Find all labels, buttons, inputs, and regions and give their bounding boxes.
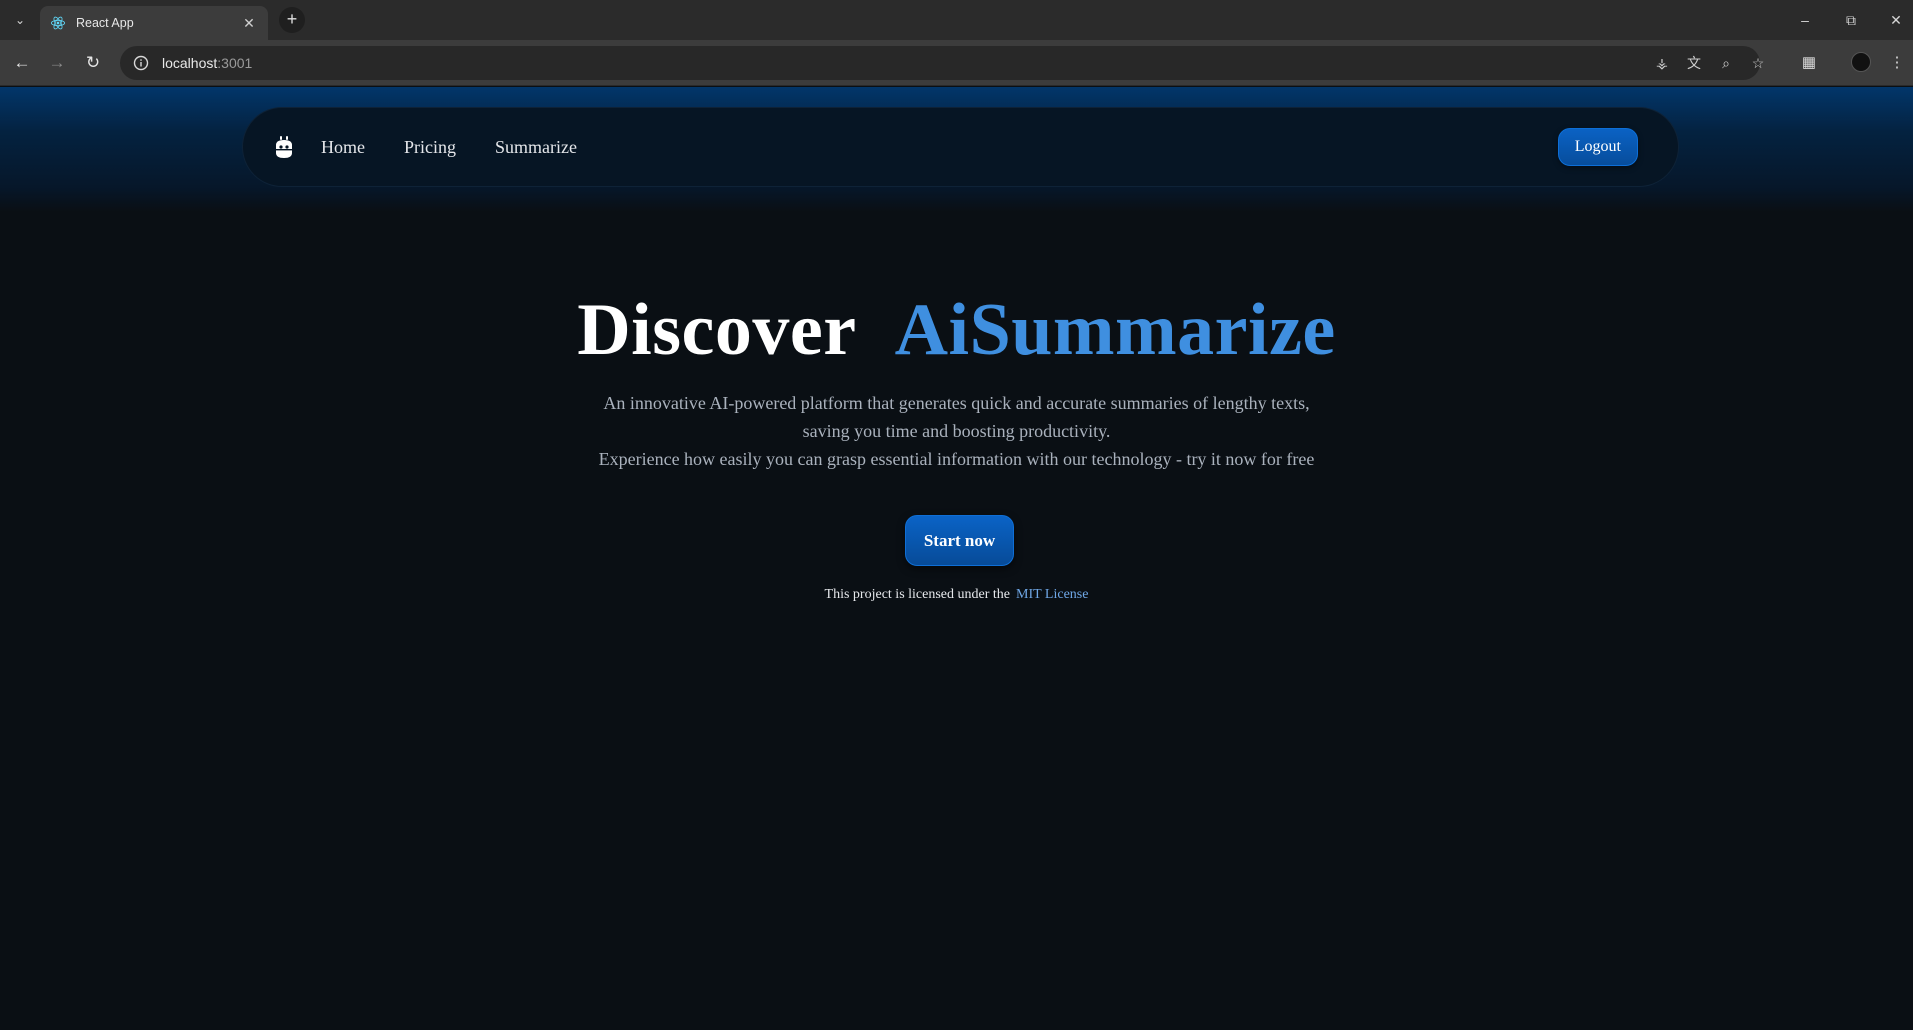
site-navbar: Home Pricing Summarize Logout	[242, 107, 1679, 187]
url-host: localhost	[162, 55, 218, 71]
tab-search-chevron-icon[interactable]: ⌄	[8, 8, 32, 32]
url-text: localhost:3001	[162, 55, 252, 71]
url-port: :3001	[217, 55, 253, 71]
page-content: Home Pricing Summarize Logout Discover Ai…	[0, 87, 1913, 1030]
hero-description-line1: An innovative AI-powered platform that g…	[603, 393, 1310, 413]
profile-avatar[interactable]	[1851, 52, 1871, 72]
reload-icon[interactable]: ↻	[81, 51, 105, 75]
window-close-icon[interactable]: ✕	[1881, 8, 1911, 32]
hero-title: Discover AiSummarize	[0, 288, 1913, 373]
forward-arrow-icon[interactable]: →	[45, 51, 69, 75]
restore-icon[interactable]: ⧉	[1836, 8, 1866, 32]
license-text: This project is licensed under the	[824, 587, 1010, 602]
password-key-icon[interactable]: ⚶	[1650, 51, 1674, 75]
zoom-icon[interactable]: ⌕	[1714, 51, 1738, 75]
address-bar[interactable]: localhost:3001 ⚶ 文 ⌕ ☆	[120, 46, 1764, 80]
logout-button[interactable]: Logout	[1557, 128, 1638, 166]
browser-tab[interactable]: React App ✕	[40, 6, 268, 40]
license-notice: This project is licensed under the MIT Li…	[0, 587, 1913, 603]
extensions-puzzle-icon[interactable]: ▦	[1797, 51, 1821, 75]
hero-description-line2: saving you time and boosting productivit…	[802, 421, 1111, 441]
new-tab-button[interactable]: +	[279, 7, 305, 33]
mit-license-link[interactable]: MIT License	[1016, 587, 1088, 602]
nav-link-pricing[interactable]: Pricing	[404, 137, 456, 158]
react-favicon-icon	[50, 16, 66, 30]
browser-tab-bar: ⌄ React App ✕ + – ⧉ ✕	[0, 0, 1913, 40]
site-info-icon[interactable]	[124, 46, 158, 80]
tab-close-icon[interactable]: ✕	[240, 15, 258, 32]
nav-link-summarize[interactable]: Summarize	[495, 137, 577, 158]
browser-toolbar: ← → ↻ localhost:3001 ⚶ 文 ⌕ ☆ ▦ ⋮	[0, 40, 1913, 86]
bookmark-star-icon[interactable]: ☆	[1746, 51, 1770, 75]
back-arrow-icon[interactable]: ←	[10, 51, 34, 75]
tab-title: React App	[76, 16, 134, 30]
nav-link-home[interactable]: Home	[321, 137, 365, 158]
hero-title-discover: Discover	[577, 289, 857, 371]
browser-menu-icon[interactable]: ⋮	[1885, 51, 1909, 75]
translate-icon[interactable]: 文	[1682, 51, 1706, 75]
start-now-button[interactable]: Start now	[905, 515, 1014, 566]
minimize-icon[interactable]: –	[1790, 8, 1820, 32]
hero-title-brand: AiSummarize	[894, 289, 1336, 371]
hero-description-line3: Experience how easily you can grasp esse…	[598, 449, 1315, 469]
robot-head-icon[interactable]	[271, 134, 297, 160]
